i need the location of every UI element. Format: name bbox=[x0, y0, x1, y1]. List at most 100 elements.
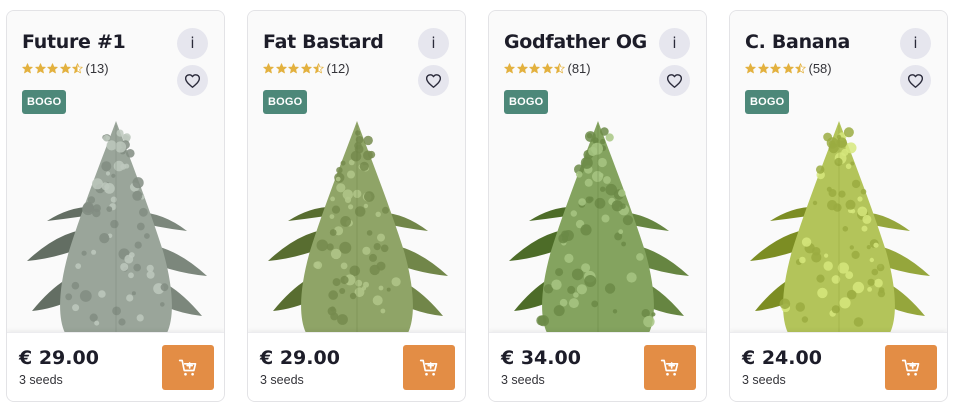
plant-bud bbox=[369, 253, 377, 262]
plant-bud bbox=[621, 241, 626, 247]
plant-bud bbox=[612, 309, 618, 314]
plant-bud bbox=[605, 133, 614, 142]
price: € 24.00 bbox=[742, 347, 822, 369]
plant-bud bbox=[355, 130, 361, 136]
plant-bud bbox=[89, 313, 98, 322]
plant-bud bbox=[604, 283, 616, 294]
plant-bud bbox=[136, 222, 145, 231]
cart-plus-icon bbox=[178, 359, 197, 376]
plant-bud bbox=[600, 186, 606, 192]
star-icon bbox=[541, 63, 553, 74]
plant-bud bbox=[378, 285, 384, 291]
review-count: (81) bbox=[567, 61, 591, 76]
plant-bud bbox=[559, 298, 568, 307]
plant-bud bbox=[131, 291, 136, 296]
plant-bud bbox=[144, 233, 150, 239]
plant-bud bbox=[845, 163, 852, 170]
plant-bud bbox=[562, 236, 568, 243]
favorite-button[interactable] bbox=[900, 65, 931, 96]
plant-bud bbox=[823, 261, 833, 271]
plant-bud bbox=[313, 261, 321, 269]
plant-bud bbox=[335, 176, 341, 182]
product-name[interactable]: C. Banana bbox=[745, 31, 850, 53]
plant-bud bbox=[132, 177, 144, 189]
plant-bud bbox=[92, 178, 103, 190]
plant-bud bbox=[817, 287, 828, 299]
star-icon bbox=[275, 63, 287, 74]
plant-bud bbox=[811, 252, 822, 263]
plant-bud bbox=[337, 314, 348, 325]
star-icon bbox=[72, 63, 83, 74]
info-button[interactable]: i bbox=[418, 28, 449, 59]
info-button[interactable]: i bbox=[659, 28, 690, 59]
plant-bud bbox=[816, 165, 825, 174]
plant-bud bbox=[349, 292, 357, 300]
plant-bud bbox=[339, 241, 352, 254]
heart-icon bbox=[667, 73, 682, 88]
product-name[interactable]: Fat Bastard bbox=[263, 31, 384, 53]
rating: (81) bbox=[504, 61, 591, 76]
product-name[interactable]: Future #1 bbox=[22, 31, 126, 53]
cart-plus-icon bbox=[419, 359, 438, 376]
info-icon: i bbox=[672, 34, 677, 52]
seed-count: 3 seeds bbox=[501, 373, 545, 387]
plant-bud bbox=[110, 219, 119, 229]
star-icon bbox=[288, 63, 299, 74]
plant-bud bbox=[584, 275, 597, 287]
plant-bud bbox=[605, 183, 617, 196]
plant-bud bbox=[377, 233, 385, 242]
plant-bud bbox=[340, 216, 351, 227]
product-card[interactable]: Future #1 (13) i BOGO € 29.00 3 seeds bbox=[6, 10, 225, 402]
favorite-button[interactable] bbox=[177, 65, 208, 96]
plant-bud bbox=[603, 176, 611, 184]
plant-bud bbox=[618, 189, 626, 197]
product-card[interactable]: Fat Bastard (12) i BOGO € 29.00 3 seeds bbox=[247, 10, 466, 402]
plant-bud bbox=[373, 243, 381, 251]
plant-bud bbox=[594, 197, 606, 209]
product-image[interactable] bbox=[730, 111, 948, 333]
plant-bud bbox=[588, 196, 594, 202]
plant-bud bbox=[363, 135, 373, 146]
info-button[interactable]: i bbox=[177, 28, 208, 59]
star-icon bbox=[554, 63, 565, 74]
plant-bud bbox=[636, 253, 644, 261]
product-image[interactable] bbox=[489, 111, 707, 333]
plant-bud bbox=[591, 300, 599, 308]
plant-bud bbox=[349, 265, 361, 277]
add-to-cart-button[interactable] bbox=[644, 345, 696, 390]
plant-bud bbox=[354, 206, 366, 217]
plant-bud bbox=[336, 167, 343, 174]
plant-bud bbox=[350, 150, 362, 162]
plant-bud bbox=[369, 264, 380, 276]
plant-bud bbox=[862, 214, 872, 224]
heart-icon bbox=[426, 73, 441, 88]
plant-bud bbox=[553, 305, 565, 317]
plant-bud bbox=[801, 316, 809, 323]
add-to-cart-button[interactable] bbox=[162, 345, 214, 390]
plant-bud bbox=[620, 203, 626, 209]
product-card[interactable]: C. Banana (58) i BOGO € 24.00 3 seeds bbox=[729, 10, 948, 402]
product-image[interactable] bbox=[7, 111, 225, 333]
info-button[interactable]: i bbox=[900, 28, 931, 59]
plant-bud bbox=[81, 250, 87, 256]
add-to-cart-button[interactable] bbox=[403, 345, 455, 390]
plant-bud bbox=[580, 224, 592, 236]
product-image[interactable] bbox=[248, 111, 466, 333]
product-name[interactable]: Godfather OG bbox=[504, 31, 647, 53]
plant-bud bbox=[567, 285, 576, 294]
plant-bud bbox=[372, 295, 383, 306]
product-card[interactable]: Godfather OG (81) i BOGO € 34.00 3 seeds bbox=[488, 10, 707, 402]
plant-bud bbox=[871, 268, 879, 276]
seed-count: 3 seeds bbox=[260, 373, 304, 387]
plant-bud bbox=[845, 142, 857, 154]
plant-bud bbox=[124, 254, 134, 264]
price: € 29.00 bbox=[260, 347, 340, 369]
star-rating bbox=[504, 63, 567, 74]
plant-bud bbox=[564, 253, 574, 263]
favorite-button[interactable] bbox=[659, 65, 690, 96]
favorite-button[interactable] bbox=[418, 65, 449, 96]
add-to-cart-button[interactable] bbox=[885, 345, 937, 390]
plant-bud bbox=[75, 263, 82, 269]
star-rating bbox=[745, 63, 808, 74]
plant-bud bbox=[106, 140, 117, 151]
